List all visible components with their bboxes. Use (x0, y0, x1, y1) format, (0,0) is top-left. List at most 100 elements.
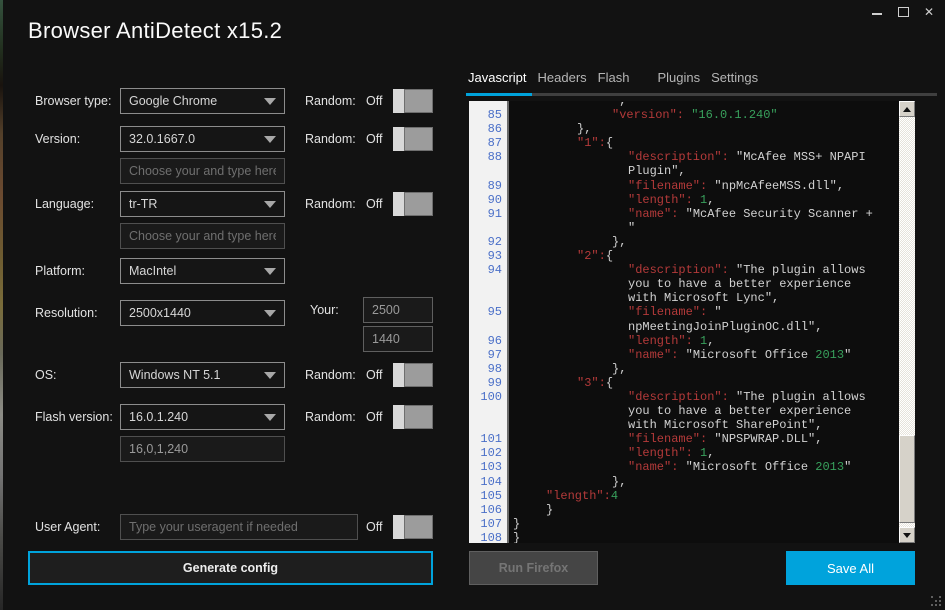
platform-select[interactable]: MacIntel (120, 258, 285, 284)
toggle-knob (393, 127, 404, 151)
os-random-toggle[interactable] (393, 363, 433, 387)
line-number (469, 320, 507, 334)
line-number: 96 (469, 334, 507, 348)
tab-settings[interactable]: Settings (711, 70, 758, 85)
line-number (469, 101, 507, 108)
line-number: 107 (469, 517, 507, 531)
save-all-button[interactable]: Save All (786, 551, 915, 585)
maximize-button[interactable] (892, 2, 914, 22)
scrollbar-track[interactable] (899, 117, 915, 527)
user-agent-input[interactable] (120, 514, 358, 540)
code-line: } (513, 503, 899, 517)
browser-random-state: Off (366, 94, 382, 108)
code-line: "2":{ (513, 249, 899, 263)
run-firefox-button[interactable]: Run Firefox (469, 551, 598, 585)
scrollbar-thumb[interactable] (899, 435, 915, 523)
line-number: 104 (469, 475, 507, 489)
tab-underline (466, 93, 937, 96)
chevron-down-icon (264, 414, 276, 421)
flash-version-text-input[interactable] (120, 436, 285, 462)
line-number: 102 (469, 446, 507, 460)
version-label: Version: (35, 132, 80, 146)
line-number: 97 (469, 348, 507, 362)
code-line: "filename": "npMcAfeeMSS.dll", (513, 179, 899, 193)
chevron-down-icon (264, 310, 276, 317)
os-select[interactable]: Windows NT 5.1 (120, 362, 285, 388)
language-random-state: Off (366, 197, 382, 211)
user-agent-toggle[interactable] (393, 515, 433, 539)
code-line: "length": 1, (513, 446, 899, 460)
code-line: "description": "McAfee MSS+ NPAPI (513, 150, 899, 164)
version-random-label: Random: (305, 132, 356, 146)
scroll-up-button[interactable] (899, 101, 915, 117)
code-line: npMeetingJoinPluginOC.dll", (513, 320, 899, 334)
tab-bar: Javascript Headers Flash Plugins Settings (468, 70, 769, 91)
resize-grip[interactable] (931, 596, 943, 608)
line-number: 86 (469, 122, 507, 136)
code-line: with Microsoft Lync", (513, 291, 899, 305)
flash-random-toggle[interactable] (393, 405, 433, 429)
resolution-width-input[interactable] (363, 297, 433, 323)
version-random-state: Off (366, 132, 382, 146)
language-custom-input[interactable] (120, 223, 285, 249)
code-line: "1":{ (513, 136, 899, 150)
language-random-toggle[interactable] (393, 192, 433, 216)
code-line: Plugin", (513, 164, 899, 178)
line-number: 106 (469, 503, 507, 517)
line-number (469, 221, 507, 235)
flash-version-value: 16.0.1.240 (129, 410, 188, 424)
resolution-select[interactable]: 2500x1440 (120, 300, 285, 326)
close-button[interactable]: ✕ (918, 2, 940, 22)
line-number: 101 (469, 432, 507, 446)
platform-value: MacIntel (129, 264, 176, 278)
minimize-button[interactable] (866, 2, 888, 22)
flash-version-select[interactable]: 16.0.1.240 (120, 404, 285, 430)
language-select[interactable]: tr-TR (120, 191, 285, 217)
line-number (469, 404, 507, 418)
editor-scrollbar[interactable] (899, 101, 915, 543)
triangle-up-icon (903, 107, 911, 112)
minimize-icon (872, 13, 882, 15)
tab-underline-active (466, 93, 532, 96)
line-number: 85 (469, 108, 507, 122)
generate-config-button[interactable]: Generate config (28, 551, 433, 585)
resolution-label: Resolution: (35, 306, 98, 320)
code-line: "length": 1, (513, 193, 899, 207)
scroll-down-button[interactable] (899, 527, 915, 543)
browser-type-label: Browser type: (35, 94, 111, 108)
browser-random-toggle[interactable] (393, 89, 433, 113)
version-custom-input[interactable] (120, 158, 285, 184)
toggle-knob (393, 515, 404, 539)
triangle-down-icon (903, 533, 911, 538)
line-number (469, 418, 507, 432)
line-number: 91 (469, 207, 507, 221)
chevron-down-icon (264, 268, 276, 275)
platform-label: Platform: (35, 264, 85, 278)
browser-type-select[interactable]: Google Chrome (120, 88, 285, 114)
code-line: "name": "McAfee Security Scanner + (513, 207, 899, 221)
resolution-height-input[interactable] (363, 326, 433, 352)
code-line: "filename": " (513, 305, 899, 319)
desktop-edge-strip (0, 0, 3, 610)
user-agent-label: User Agent: (35, 520, 100, 534)
line-number: 100 (469, 390, 507, 404)
version-select[interactable]: 32.0.1667.0 (120, 126, 285, 152)
toggle-knob (393, 192, 404, 216)
code-line: you to have a better experience (513, 277, 899, 291)
version-random-toggle[interactable] (393, 127, 433, 151)
line-number: 92 (469, 235, 507, 249)
tab-flash[interactable]: Flash (598, 70, 630, 85)
tab-plugins[interactable]: Plugins (657, 70, 700, 85)
tab-headers[interactable]: Headers (538, 70, 587, 85)
code-line: }, (513, 475, 899, 489)
tab-javascript[interactable]: Javascript (468, 70, 527, 85)
code-editor[interactable]: 8586878889909192939495969798991001011021… (469, 101, 915, 543)
line-number: 87 (469, 136, 507, 150)
code-line: }, (513, 235, 899, 249)
chevron-down-icon (264, 372, 276, 379)
toggle-knob (393, 405, 404, 429)
line-number: 103 (469, 460, 507, 474)
browser-random-label: Random: (305, 94, 356, 108)
code-line: }, (513, 362, 899, 376)
line-number: 105 (469, 489, 507, 503)
